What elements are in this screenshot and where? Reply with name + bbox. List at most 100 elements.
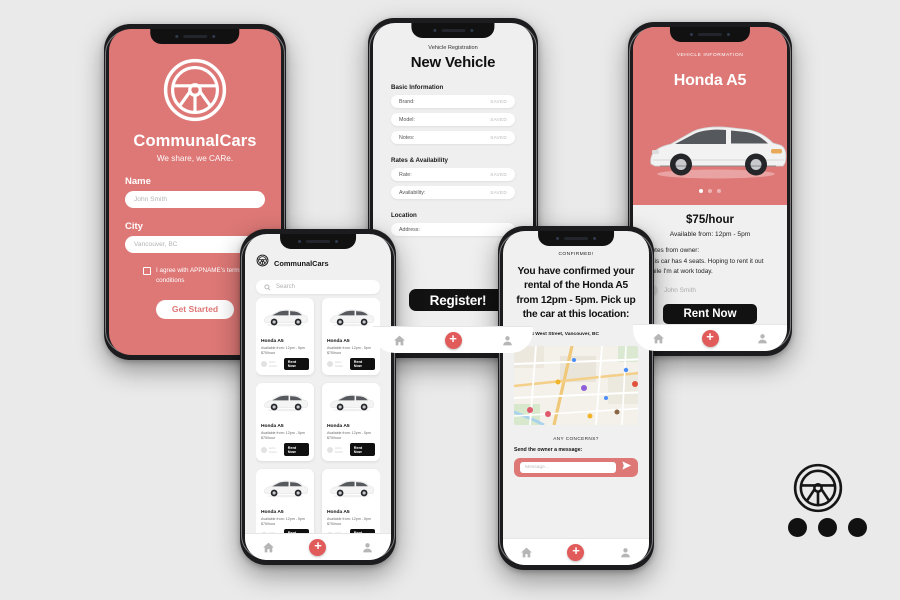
- notch: [280, 234, 356, 249]
- steering-wheel-logo-icon: [256, 254, 269, 272]
- concerns-heading: ANY CONCERNS?: [553, 435, 599, 441]
- rent-now-button[interactable]: Rent Now: [663, 303, 757, 324]
- browse-screen: CommunalCars Search Honda A5 Available fr…: [245, 234, 391, 560]
- car-availability: Available from: 12pm - 5pm: [261, 516, 305, 521]
- car-card[interactable]: Honda A5 Available from: 12pm - 5pm $75/ho…: [322, 383, 380, 461]
- field-label: Notes:: [399, 134, 415, 141]
- field-rate[interactable]: Rate: SAVED: [391, 168, 515, 181]
- car-photo: [650, 126, 787, 179]
- vehicle-price: $75/hour: [686, 214, 734, 226]
- home-icon[interactable]: [393, 334, 406, 347]
- car-card[interactable]: Honda A5 Available from: 12pm - 5pm $75/ho…: [256, 383, 314, 461]
- car-thumbnail: [327, 388, 375, 421]
- owner-row: John Smith: [261, 446, 284, 454]
- field-brand[interactable]: Brand: SAVED: [391, 95, 515, 108]
- vehicle-info-screen: VEHICLE INFORMATION Honda A5 $75/hour Av…: [633, 27, 787, 351]
- confirmed-kicker: CONFIRMED!: [558, 252, 594, 257]
- pickup-address: 1234 West Street, Vancouver, BC: [523, 332, 600, 338]
- car-thumbnail: [261, 388, 309, 421]
- car-availability: Available from: 12pm - 5pm: [327, 516, 371, 521]
- car-price: $75/hour: [261, 436, 276, 441]
- message-input[interactable]: Message...: [520, 461, 616, 473]
- field-status: SAVED: [490, 190, 507, 195]
- brand-tagline: We share, we CARe.: [156, 154, 234, 163]
- tabbar: +: [503, 538, 649, 565]
- profile-icon[interactable]: [501, 334, 514, 347]
- search-input[interactable]: Search: [256, 280, 380, 294]
- car-card[interactable]: Honda A5 Available from: 12pm - 5pm $75/ho…: [322, 468, 380, 534]
- rent-now-button[interactable]: Rent Now: [349, 358, 375, 371]
- notch: [538, 231, 614, 246]
- field-address[interactable]: Address:: [391, 223, 515, 236]
- mockup-canvas: CommunalCars We share, we CARe. Name Joh…: [0, 0, 900, 600]
- avatar: [261, 361, 267, 368]
- notch: [150, 29, 240, 44]
- owner-row: John Smith: [261, 360, 284, 368]
- name-input[interactable]: John Smith: [125, 191, 265, 208]
- field-status: SAVED: [490, 117, 507, 122]
- home-icon[interactable]: [652, 332, 665, 345]
- add-button[interactable]: +: [567, 543, 585, 561]
- section-heading-rates: Rates & Availability: [391, 157, 448, 164]
- name-label: Name: [125, 176, 151, 187]
- car-title: Honda A5: [261, 509, 284, 515]
- field-notes[interactable]: Notes: SAVED: [391, 131, 515, 144]
- vehicle-hero: VEHICLE INFORMATION Honda A5: [633, 27, 787, 205]
- home-icon[interactable]: [520, 546, 533, 559]
- field-status: SAVED: [490, 135, 507, 140]
- map-view[interactable]: [514, 345, 638, 425]
- carousel-dots[interactable]: [633, 189, 787, 193]
- field-status: SAVED: [490, 99, 507, 104]
- send-icon[interactable]: [621, 458, 632, 476]
- tabbar: +: [373, 326, 533, 353]
- vehicle-name: Honda A5: [673, 72, 747, 89]
- rent-now-button[interactable]: Rent Now: [283, 443, 309, 456]
- field-model[interactable]: Model: SAVED: [391, 113, 515, 126]
- owner-name: John Smith: [268, 445, 277, 454]
- tabbar: +: [245, 533, 391, 560]
- home-icon[interactable]: [262, 541, 275, 554]
- search-placeholder: Search: [276, 284, 296, 290]
- car-availability: Available from: 12pm - 5pm: [327, 346, 371, 350]
- corner-steering-wheel-logo-icon: [792, 462, 844, 519]
- owner-name: John Smith: [334, 360, 343, 369]
- add-button[interactable]: +: [701, 329, 719, 347]
- car-title: Honda A5: [327, 509, 350, 515]
- car-price: $75/hour: [327, 436, 342, 441]
- profile-icon[interactable]: [361, 541, 374, 554]
- profile-icon[interactable]: [756, 332, 769, 345]
- owner-name: John Smith: [664, 286, 696, 294]
- car-title: Honda A5: [327, 424, 350, 430]
- get-started-button[interactable]: Get Started: [156, 299, 234, 319]
- terms-checkbox[interactable]: [143, 267, 151, 275]
- avatar: [327, 446, 333, 453]
- car-title: Honda A5: [261, 424, 284, 430]
- field-label: Address:: [399, 226, 420, 233]
- add-button[interactable]: +: [444, 331, 462, 349]
- brand-title: CommunalCars: [133, 132, 257, 150]
- message-composer: Message...: [514, 457, 638, 477]
- field-availability[interactable]: Availability: SAVED: [391, 186, 515, 199]
- avatar: [261, 446, 267, 453]
- car-thumbnail: [327, 303, 375, 336]
- tabbar: +: [633, 324, 787, 351]
- phone-confirmed: CONFIRMED! You have confirmed your renta…: [498, 226, 654, 570]
- profile-icon[interactable]: [619, 546, 632, 559]
- app-title: CommunalCars: [274, 258, 329, 268]
- car-card-footer: John Smith Rent Now: [261, 358, 309, 371]
- rent-now-button[interactable]: Rent Now: [283, 358, 309, 371]
- car-price: $75/hour: [327, 351, 342, 355]
- add-button[interactable]: +: [309, 538, 327, 556]
- car-card[interactable]: Honda A5 Available from: 12pm - 5pm $75/ho…: [322, 298, 380, 376]
- car-card[interactable]: Honda A5 Available from: 12pm - 5pm $75/ho…: [256, 468, 314, 534]
- rent-now-button[interactable]: Rent Now: [349, 443, 375, 456]
- car-card[interactable]: Honda A5 Available from: 12pm - 5pm $75/ho…: [256, 298, 314, 376]
- car-card-footer: John Smith Rent Now: [327, 358, 375, 371]
- car-thumbnail: [261, 303, 309, 336]
- field-label: Rate:: [399, 171, 412, 178]
- car-availability: Available from: 12pm - 5pm: [327, 431, 371, 436]
- register-button[interactable]: Register!: [409, 289, 507, 311]
- search-icon: [264, 278, 271, 296]
- field-label: Availability:: [399, 189, 426, 196]
- car-thumbnail: [261, 474, 309, 507]
